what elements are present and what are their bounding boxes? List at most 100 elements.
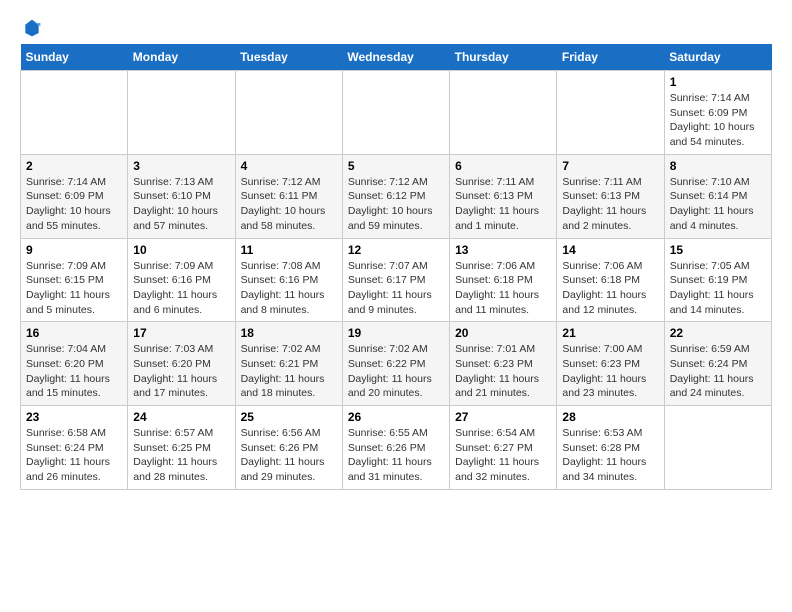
calendar-cell: 13 Sunrise: 7:06 AM Sunset: 6:18 PM Dayli… xyxy=(450,238,557,322)
day-info: Sunrise: 7:11 AM Sunset: 6:13 PM Dayligh… xyxy=(455,175,551,234)
calendar-cell: 10 Sunrise: 7:09 AM Sunset: 6:16 PM Dayli… xyxy=(128,238,235,322)
day-number: 4 xyxy=(241,159,337,173)
day-number: 18 xyxy=(241,326,337,340)
day-number: 15 xyxy=(670,243,766,257)
calendar-cell: 1 Sunrise: 7:14 AM Sunset: 6:09 PM Daylig… xyxy=(664,71,771,155)
calendar-week-1: 1 Sunrise: 7:14 AM Sunset: 6:09 PM Daylig… xyxy=(21,71,772,155)
calendar-cell: 24 Sunrise: 6:57 AM Sunset: 6:25 PM Dayli… xyxy=(128,406,235,490)
day-info: Sunrise: 6:59 AM Sunset: 6:24 PM Dayligh… xyxy=(670,342,766,401)
day-number: 16 xyxy=(26,326,122,340)
day-info: Sunrise: 7:13 AM Sunset: 6:10 PM Dayligh… xyxy=(133,175,229,234)
day-info: Sunrise: 7:12 AM Sunset: 6:11 PM Dayligh… xyxy=(241,175,337,234)
calendar-cell xyxy=(342,71,449,155)
day-info: Sunrise: 7:11 AM Sunset: 6:13 PM Dayligh… xyxy=(562,175,658,234)
day-info: Sunrise: 6:54 AM Sunset: 6:27 PM Dayligh… xyxy=(455,426,551,485)
day-info: Sunrise: 7:06 AM Sunset: 6:18 PM Dayligh… xyxy=(562,259,658,318)
day-info: Sunrise: 7:01 AM Sunset: 6:23 PM Dayligh… xyxy=(455,342,551,401)
calendar-table: SundayMondayTuesdayWednesdayThursdayFrid… xyxy=(20,44,772,490)
day-info: Sunrise: 7:02 AM Sunset: 6:22 PM Dayligh… xyxy=(348,342,444,401)
logo-icon xyxy=(22,18,42,38)
calendar-cell: 14 Sunrise: 7:06 AM Sunset: 6:18 PM Dayli… xyxy=(557,238,664,322)
day-number: 11 xyxy=(241,243,337,257)
day-number: 9 xyxy=(26,243,122,257)
day-number: 6 xyxy=(455,159,551,173)
calendar-header-friday: Friday xyxy=(557,44,664,71)
calendar-cell: 15 Sunrise: 7:05 AM Sunset: 6:19 PM Dayli… xyxy=(664,238,771,322)
calendar-cell: 7 Sunrise: 7:11 AM Sunset: 6:13 PM Daylig… xyxy=(557,154,664,238)
calendar-cell: 19 Sunrise: 7:02 AM Sunset: 6:22 PM Dayli… xyxy=(342,322,449,406)
calendar-cell: 2 Sunrise: 7:14 AM Sunset: 6:09 PM Daylig… xyxy=(21,154,128,238)
calendar-header-row: SundayMondayTuesdayWednesdayThursdayFrid… xyxy=(21,44,772,71)
day-info: Sunrise: 7:09 AM Sunset: 6:16 PM Dayligh… xyxy=(133,259,229,318)
calendar-cell: 23Sunrise: 6:58 AM Sunset: 6:24 PM Dayli… xyxy=(21,406,128,490)
day-info: Sunrise: 7:04 AM Sunset: 6:20 PM Dayligh… xyxy=(26,342,122,401)
day-info: Sunrise: 7:03 AM Sunset: 6:20 PM Dayligh… xyxy=(133,342,229,401)
page-header xyxy=(20,20,772,34)
calendar-header-wednesday: Wednesday xyxy=(342,44,449,71)
calendar-cell: 4 Sunrise: 7:12 AM Sunset: 6:11 PM Daylig… xyxy=(235,154,342,238)
calendar-cell: 28 Sunrise: 6:53 AM Sunset: 6:28 PM Dayli… xyxy=(557,406,664,490)
day-number: 2 xyxy=(26,159,122,173)
day-number: 20 xyxy=(455,326,551,340)
day-number: 27 xyxy=(455,410,551,424)
calendar-header-monday: Monday xyxy=(128,44,235,71)
calendar-cell: 3 Sunrise: 7:13 AM Sunset: 6:10 PM Daylig… xyxy=(128,154,235,238)
day-info: Sunrise: 7:10 AM Sunset: 6:14 PM Dayligh… xyxy=(670,175,766,234)
day-number: 10 xyxy=(133,243,229,257)
day-number: 21 xyxy=(562,326,658,340)
calendar-cell: 26 Sunrise: 6:55 AM Sunset: 6:26 PM Dayli… xyxy=(342,406,449,490)
day-info: Sunrise: 7:14 AM Sunset: 6:09 PM Dayligh… xyxy=(670,91,766,150)
calendar-cell: 18 Sunrise: 7:02 AM Sunset: 6:21 PM Dayli… xyxy=(235,322,342,406)
calendar-cell: 22 Sunrise: 6:59 AM Sunset: 6:24 PM Dayli… xyxy=(664,322,771,406)
day-number: 17 xyxy=(133,326,229,340)
day-info: Sunrise: 6:57 AM Sunset: 6:25 PM Dayligh… xyxy=(133,426,229,485)
calendar-cell: 9 Sunrise: 7:09 AM Sunset: 6:15 PM Daylig… xyxy=(21,238,128,322)
day-number: 19 xyxy=(348,326,444,340)
day-number: 22 xyxy=(670,326,766,340)
day-number: 24 xyxy=(133,410,229,424)
calendar-cell: 21 Sunrise: 7:00 AM Sunset: 6:23 PM Dayli… xyxy=(557,322,664,406)
day-number: 25 xyxy=(241,410,337,424)
day-info: Sunrise: 7:06 AM Sunset: 6:18 PM Dayligh… xyxy=(455,259,551,318)
day-number: 13 xyxy=(455,243,551,257)
day-number: 14 xyxy=(562,243,658,257)
calendar-cell xyxy=(664,406,771,490)
calendar-header-thursday: Thursday xyxy=(450,44,557,71)
calendar-week-5: 23Sunrise: 6:58 AM Sunset: 6:24 PM Dayli… xyxy=(21,406,772,490)
calendar-cell xyxy=(557,71,664,155)
calendar-cell: 27 Sunrise: 6:54 AM Sunset: 6:27 PM Dayli… xyxy=(450,406,557,490)
day-info: Sunrise: 7:00 AM Sunset: 6:23 PM Dayligh… xyxy=(562,342,658,401)
day-info: Sunrise: 7:08 AM Sunset: 6:16 PM Dayligh… xyxy=(241,259,337,318)
day-info: Sunrise: 6:55 AM Sunset: 6:26 PM Dayligh… xyxy=(348,426,444,485)
calendar-week-2: 2 Sunrise: 7:14 AM Sunset: 6:09 PM Daylig… xyxy=(21,154,772,238)
calendar-cell: 25 Sunrise: 6:56 AM Sunset: 6:26 PM Dayli… xyxy=(235,406,342,490)
day-info: Sunrise: 7:02 AM Sunset: 6:21 PM Dayligh… xyxy=(241,342,337,401)
day-number: 1 xyxy=(670,75,766,89)
calendar-header-tuesday: Tuesday xyxy=(235,44,342,71)
calendar-header-sunday: Sunday xyxy=(21,44,128,71)
day-info: Sunrise: 7:09 AM Sunset: 6:15 PM Dayligh… xyxy=(26,259,122,318)
calendar-cell: 12Sunrise: 7:07 AM Sunset: 6:17 PM Dayli… xyxy=(342,238,449,322)
day-info: Sunrise: 6:56 AM Sunset: 6:26 PM Dayligh… xyxy=(241,426,337,485)
calendar-cell: 11 Sunrise: 7:08 AM Sunset: 6:16 PM Dayli… xyxy=(235,238,342,322)
day-info: Sunrise: 7:12 AM Sunset: 6:12 PM Dayligh… xyxy=(348,175,444,234)
day-number: 8 xyxy=(670,159,766,173)
calendar-cell: 6 Sunrise: 7:11 AM Sunset: 6:13 PM Daylig… xyxy=(450,154,557,238)
day-number: 12 xyxy=(348,243,444,257)
day-number: 3 xyxy=(133,159,229,173)
day-info: Sunrise: 6:58 AM Sunset: 6:24 PM Dayligh… xyxy=(26,426,122,485)
day-number: 26 xyxy=(348,410,444,424)
calendar-week-4: 16 Sunrise: 7:04 AM Sunset: 6:20 PM Dayli… xyxy=(21,322,772,406)
day-info: Sunrise: 7:05 AM Sunset: 6:19 PM Dayligh… xyxy=(670,259,766,318)
day-number: 5 xyxy=(348,159,444,173)
calendar-cell: 8 Sunrise: 7:10 AM Sunset: 6:14 PM Daylig… xyxy=(664,154,771,238)
day-number: 28 xyxy=(562,410,658,424)
day-info: Sunrise: 7:14 AM Sunset: 6:09 PM Dayligh… xyxy=(26,175,122,234)
calendar-cell xyxy=(128,71,235,155)
calendar-cell xyxy=(21,71,128,155)
calendar-cell: 16 Sunrise: 7:04 AM Sunset: 6:20 PM Dayli… xyxy=(21,322,128,406)
calendar-cell: 20 Sunrise: 7:01 AM Sunset: 6:23 PM Dayli… xyxy=(450,322,557,406)
calendar-week-3: 9 Sunrise: 7:09 AM Sunset: 6:15 PM Daylig… xyxy=(21,238,772,322)
day-info: Sunrise: 6:53 AM Sunset: 6:28 PM Dayligh… xyxy=(562,426,658,485)
day-number: 7 xyxy=(562,159,658,173)
